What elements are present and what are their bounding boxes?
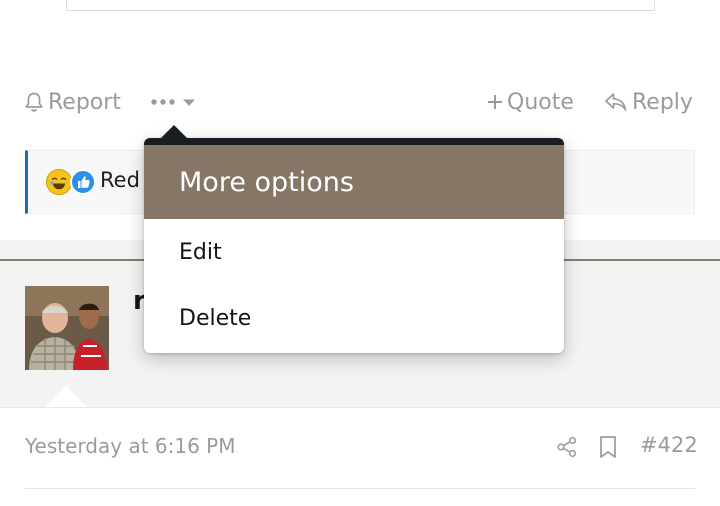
reply-arrow-icon: [604, 91, 628, 113]
post-timestamp[interactable]: Yesterday at 6:16 PM: [25, 434, 236, 458]
post-number-link[interactable]: #422: [640, 433, 698, 457]
reply-button[interactable]: Reply: [604, 80, 693, 124]
more-options-button[interactable]: [150, 80, 196, 124]
ellipsis-icon: [150, 98, 176, 106]
menu-pointer: [160, 125, 188, 139]
avatar-pointer: [44, 386, 88, 408]
menu-title: More options: [144, 145, 564, 219]
post-header-border: [0, 407, 720, 408]
avatar[interactable]: [25, 286, 109, 370]
report-label: Report: [48, 89, 121, 115]
post-footer-divider: [25, 488, 695, 489]
report-button[interactable]: Report: [24, 80, 121, 124]
previous-content-box: [66, 0, 655, 11]
share-icon[interactable]: [556, 436, 578, 462]
laugh-reaction-icon: [46, 169, 72, 195]
menu-item-delete[interactable]: Delete: [144, 286, 564, 350]
like-reaction-icon: [70, 169, 96, 195]
quote-button[interactable]: Quote: [486, 80, 574, 124]
menu-item-edit[interactable]: Edit: [144, 220, 564, 284]
bookmark-icon[interactable]: [598, 435, 618, 463]
menu-top-bar: [144, 138, 564, 145]
reactions-text: Red: [100, 168, 140, 192]
quote-label: Quote: [507, 89, 574, 115]
post-action-bar: Report Quote Reply: [0, 80, 720, 124]
bell-icon: [24, 91, 44, 113]
more-options-menu: More options Edit Delete: [144, 125, 564, 353]
plus-icon: [486, 93, 504, 111]
caret-down-icon: [182, 98, 196, 107]
reaction-icons: [46, 169, 106, 197]
reply-label: Reply: [632, 89, 693, 115]
